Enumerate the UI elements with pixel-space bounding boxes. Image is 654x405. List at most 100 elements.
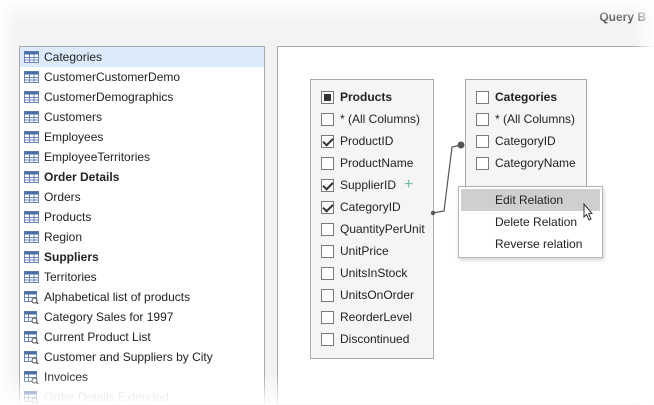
products-field-row[interactable]: ProductID — [311, 130, 433, 152]
table-list-item-label: Customer and Suppliers by City — [44, 350, 213, 364]
products-fields: * (All Columns) ProductID ProductName Suppl… — [311, 108, 433, 350]
products-field-checkbox[interactable] — [321, 332, 334, 346]
table-list-item-label: Orders — [44, 190, 81, 204]
table-list-item-label: Region — [44, 230, 83, 244]
table-icon — [24, 151, 39, 163]
categories-table-box[interactable]: Categories * (All Columns) CategoryID Cate… — [465, 79, 587, 191]
products-field-label: ProductName — [340, 156, 414, 170]
products-field-checkbox[interactable] — [321, 310, 334, 324]
table-icon — [24, 251, 39, 263]
table-icon — [24, 231, 39, 243]
products-field-label: QuantityPerUnit — [340, 222, 425, 236]
table-list-item[interactable]: Categories — [20, 47, 264, 67]
view-icon — [24, 371, 39, 384]
table-list-item-label: Customers — [44, 110, 103, 124]
products-field-checkbox[interactable] — [321, 244, 334, 258]
table-list-item-label: CustomerCustomerDemo — [44, 70, 181, 84]
table-list-item[interactable]: Region — [20, 227, 264, 247]
table-icon — [24, 91, 39, 103]
table-list[interactable]: Categories CustomerCustomerDemo CustomerDe… — [19, 46, 265, 405]
products-field-label: UnitPrice — [340, 244, 389, 258]
table-list-item[interactable]: Order Details — [20, 167, 264, 187]
products-field-checkbox[interactable] — [321, 266, 334, 280]
table-list-item[interactable]: CustomerCustomerDemo — [20, 67, 264, 87]
view-icon — [24, 351, 39, 364]
products-field-checkbox[interactable] — [321, 156, 334, 170]
products-field-checkbox[interactable] — [321, 222, 334, 236]
categories-header[interactable]: Categories — [466, 86, 586, 108]
table-list-item-label: Suppliers — [44, 250, 99, 264]
table-list-item[interactable]: Products — [20, 207, 264, 227]
table-icon — [24, 211, 39, 223]
products-field-row[interactable]: UnitPrice — [311, 240, 433, 262]
table-list-item[interactable]: Suppliers — [20, 247, 264, 267]
categories-field-row[interactable]: CategoryID — [466, 130, 586, 152]
menu-item-reverse-relation[interactable]: Reverse relation — [461, 233, 600, 255]
products-field-label: * (All Columns) — [340, 112, 421, 126]
table-list-item[interactable]: Alphabetical list of products — [20, 287, 264, 307]
products-field-label: ProductID — [340, 134, 394, 148]
categories-title: Categories — [495, 90, 558, 104]
categories-field-row[interactable]: CategoryName — [466, 152, 586, 174]
products-field-row[interactable]: SupplierID + — [311, 174, 433, 196]
categories-field-row[interactable]: * (All Columns) — [466, 108, 586, 130]
table-icon — [24, 131, 39, 143]
products-field-row[interactable]: ReorderLevel — [311, 306, 433, 328]
categories-field-checkbox[interactable] — [476, 134, 489, 148]
categories-select-all-checkbox[interactable] — [476, 90, 489, 104]
products-field-checkbox[interactable] — [321, 288, 334, 302]
table-list-item[interactable]: Territories — [20, 267, 264, 287]
products-table-box[interactable]: Products * (All Columns) ProductID Product… — [310, 79, 434, 359]
products-field-checkbox[interactable] — [321, 134, 334, 148]
table-list-item-label: Products — [44, 210, 92, 224]
products-select-all-checkbox[interactable] — [321, 90, 334, 104]
products-field-label: UnitsOnOrder — [340, 288, 415, 302]
table-list-item-label: Current Product List — [44, 330, 151, 344]
table-list-item[interactable]: Customers — [20, 107, 264, 127]
products-field-label: ReorderLevel — [340, 310, 413, 324]
table-list-item[interactable]: Invoices — [20, 367, 264, 387]
products-field-checkbox[interactable] — [321, 200, 334, 214]
products-field-row[interactable]: * (All Columns) — [311, 108, 433, 130]
table-icon — [24, 191, 39, 203]
table-icon — [24, 71, 39, 83]
categories-field-checkbox[interactable] — [476, 112, 489, 126]
table-list-item[interactable]: Customer and Suppliers by City — [20, 347, 264, 367]
categories-field-label: * (All Columns) — [495, 112, 576, 126]
table-list-item[interactable]: EmployeeTerritories — [20, 147, 264, 167]
products-field-row[interactable]: UnitsInStock — [311, 262, 433, 284]
products-header[interactable]: Products — [311, 86, 433, 108]
categories-field-checkbox[interactable] — [476, 156, 489, 170]
view-icon — [24, 331, 39, 344]
table-icon — [24, 271, 39, 283]
products-field-row[interactable]: QuantityPerUnit — [311, 218, 433, 240]
table-list-item[interactable]: Order Details Extended — [20, 387, 264, 404]
table-list-item-label: Order Details — [44, 170, 120, 184]
view-icon — [24, 311, 39, 324]
table-list-item[interactable]: CustomerDemographics — [20, 87, 264, 107]
products-field-label: Discontinued — [340, 332, 410, 346]
table-list-item[interactable]: Orders — [20, 187, 264, 207]
table-list-item[interactable]: Category Sales for 1997 — [20, 307, 264, 327]
view-icon — [24, 291, 39, 304]
table-list-item-label: Alphabetical list of products — [44, 290, 191, 304]
table-icon — [24, 51, 39, 63]
products-field-row[interactable]: CategoryID — [311, 196, 433, 218]
add-relation-plus-icon[interactable]: + — [404, 177, 413, 193]
categories-field-label: CategoryID — [495, 134, 556, 148]
products-field-checkbox[interactable] — [321, 178, 334, 192]
products-field-checkbox[interactable] — [321, 112, 334, 126]
mouse-cursor-icon — [583, 203, 594, 221]
window-title: Query B — [599, 10, 646, 24]
products-field-row[interactable]: Discontinued — [311, 328, 433, 350]
table-list-item[interactable]: Employees — [20, 127, 264, 147]
products-field-label: CategoryID — [340, 200, 401, 214]
products-field-row[interactable]: UnitsOnOrder — [311, 284, 433, 306]
products-title: Products — [340, 90, 393, 104]
table-list-item-label: Employees — [44, 130, 104, 144]
table-list-item[interactable]: Current Product List — [20, 327, 264, 347]
view-icon — [24, 391, 39, 404]
table-list-item-label: Invoices — [44, 370, 89, 384]
products-field-row[interactable]: ProductName — [311, 152, 433, 174]
categories-field-label: CategoryName — [495, 156, 576, 170]
